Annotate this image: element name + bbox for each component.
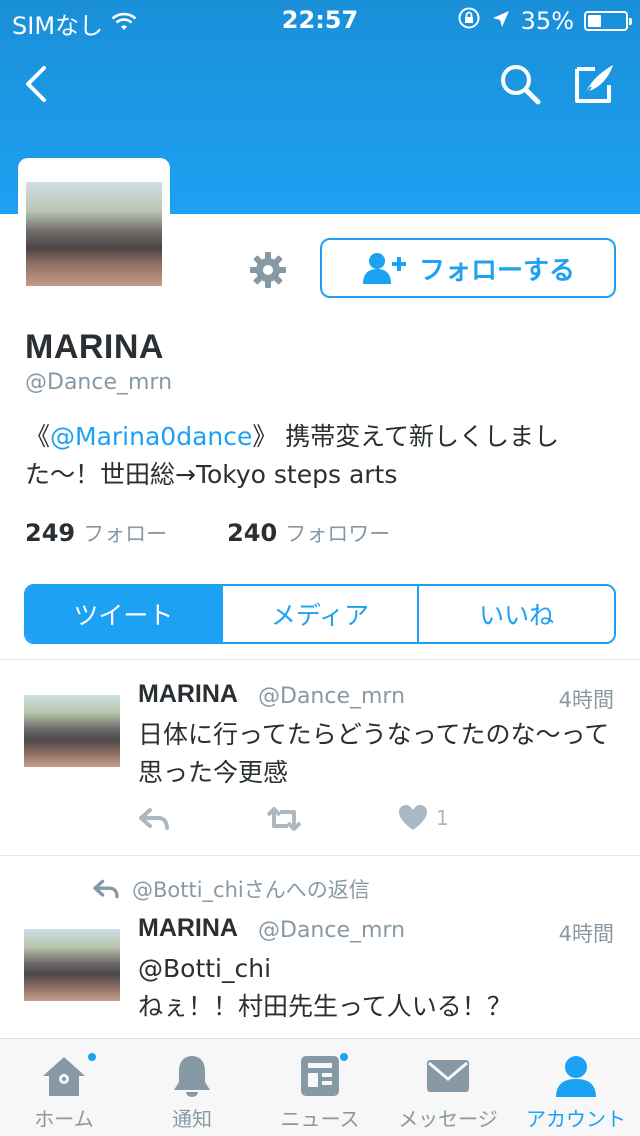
tabbar-item-home[interactable]: ホーム [0, 1039, 128, 1136]
tabbar-label: メッセージ [398, 1107, 498, 1131]
retweet-icon [266, 807, 302, 831]
divider [0, 659, 640, 660]
bottom-tab-bar: ホーム 通知 ニュース メッセージ アカウント [0, 1038, 640, 1136]
news-badge-dot [338, 1051, 350, 1063]
add-user-icon [362, 253, 406, 284]
tweet-avatar[interactable] [24, 929, 120, 1001]
reply-context: @Botti_chiさんへの返信 [92, 874, 370, 904]
search-icon [501, 65, 541, 105]
tweet-author-name: MARINA [138, 914, 238, 942]
home-badge-dot [86, 1051, 98, 1063]
settings-button[interactable] [244, 246, 292, 294]
tab-tweets[interactable]: ツイート [26, 586, 223, 642]
profile-name: MARINA [25, 328, 164, 366]
tweet-text: 日体に行ってたらどうなってたのな〜って思った今更感 [138, 720, 610, 787]
envelope-icon [427, 1060, 469, 1092]
reply-icon [139, 808, 169, 830]
profile-tabs: ツイート メディア いいね [24, 584, 616, 644]
retweet-button[interactable] [264, 806, 304, 832]
status-bar: SIMなし 22:57 35% [0, 0, 640, 40]
tweet-text-line: ねぇ！！村田先生って人いる！？ [138, 992, 512, 1021]
bio-mention-link[interactable]: @Marina0dance [50, 422, 252, 451]
rotation-lock-icon [457, 6, 481, 36]
battery-icon [584, 11, 632, 31]
tabbar-item-notifications[interactable]: 通知 [128, 1039, 256, 1136]
tweet-text-line: @Botti_chi [138, 954, 272, 983]
tweet-timestamp: 4時間 [558, 922, 614, 946]
profile-avatar-frame[interactable] [18, 158, 170, 294]
chevron-left-icon [26, 66, 46, 102]
tabbar-item-account[interactable]: アカウント [512, 1039, 640, 1136]
battery-percentage: 35% [520, 7, 574, 35]
tabbar-label: ニュース [280, 1107, 360, 1131]
tab-media[interactable]: メディア [223, 586, 420, 642]
tabbar-label: アカウント [526, 1107, 626, 1131]
back-button[interactable] [12, 60, 60, 108]
tabbar-item-news[interactable]: ニュース [256, 1039, 384, 1136]
person-icon [556, 1056, 596, 1097]
followers-count: 240 [227, 519, 278, 547]
gear-icon [250, 252, 286, 288]
following-count: 249 [25, 519, 76, 547]
location-arrow-icon [491, 7, 511, 35]
profile-handle: @Dance_mrn [25, 370, 173, 395]
profile-avatar[interactable] [26, 182, 162, 286]
heart-icon [399, 805, 427, 830]
followers-stat[interactable]: 240 フォロワー [227, 518, 390, 548]
tabbar-label: ホーム [34, 1107, 94, 1131]
profile-bio: 《@Marina0dance》 携帯変えて新しくしました〜！世田総→Tokyo … [25, 418, 605, 494]
bell-icon [174, 1056, 210, 1097]
home-icon [43, 1057, 85, 1096]
tab-likes[interactable]: いいね [419, 586, 614, 642]
tabbar-label: 通知 [172, 1107, 212, 1131]
following-label: フォロー [83, 522, 168, 546]
reply-context-text: @Botti_chiさんへの返信 [132, 878, 370, 902]
followers-label: フォロワー [285, 522, 391, 546]
like-count: 1 [436, 806, 449, 830]
bio-prefix: 《 [25, 422, 51, 451]
news-icon [301, 1056, 339, 1096]
follow-button[interactable]: フォローする [320, 238, 616, 298]
compose-tweet-button[interactable] [570, 60, 618, 108]
follow-button-label: フォローする [418, 255, 575, 286]
tweet-avatar[interactable] [24, 695, 120, 767]
search-button[interactable] [496, 60, 544, 108]
compose-icon [575, 65, 613, 103]
profile-stats: 249 フォロー 240 フォロワー [25, 518, 390, 548]
divider [0, 855, 640, 856]
reply-button[interactable] [138, 806, 170, 832]
tabbar-item-messages[interactable]: メッセージ [384, 1039, 512, 1136]
tweet-timestamp: 4時間 [558, 688, 614, 712]
tweet-author-handle: @Dance_mrn [258, 918, 406, 943]
like-button[interactable]: 1 [398, 804, 449, 832]
tweet-text: @Botti_chi ねぇ！！村田先生って人いる！？ [138, 950, 618, 1026]
tweet-author-handle: @Dance_mrn [258, 684, 406, 709]
following-stat[interactable]: 249 フォロー [25, 518, 167, 548]
tweet-author-name: MARINA [138, 680, 238, 708]
reply-icon [93, 879, 119, 899]
